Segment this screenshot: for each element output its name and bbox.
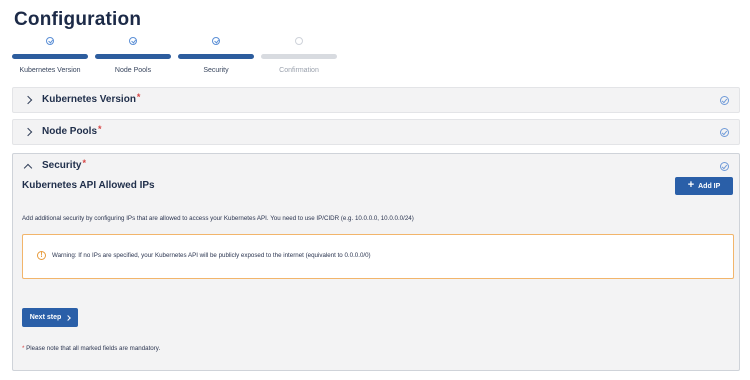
panel-title: Node Pools* xyxy=(42,124,102,137)
step-progress-bar xyxy=(12,54,88,59)
step-security[interactable]: Security xyxy=(178,37,254,79)
security-description: Add additional security by configuring I… xyxy=(22,215,414,222)
panel-security: Security* Kubernetes API Allowed IPs + A… xyxy=(12,153,740,371)
warning-circle-icon: ! xyxy=(37,251,46,260)
warning-text: Warning: If no IPs are specified, your K… xyxy=(52,252,371,259)
warning-box: ! Warning: If no IPs are specified, your… xyxy=(22,234,734,279)
required-mark: * xyxy=(136,92,141,102)
pending-circle-icon xyxy=(295,37,303,45)
progress-stepper: Kubernetes Version Node Pools Security C… xyxy=(12,37,338,79)
panel-header-security[interactable]: Security* xyxy=(13,154,739,174)
check-circle-icon xyxy=(720,128,729,137)
step-progress-bar xyxy=(95,54,171,59)
step-label: Confirmation xyxy=(279,67,319,74)
step-kubernetes-version[interactable]: Kubernetes Version xyxy=(12,37,88,79)
panel-header-node-pools[interactable]: Node Pools* xyxy=(13,120,739,146)
add-ip-label: Add IP xyxy=(698,182,721,190)
chevron-right-icon xyxy=(23,95,33,105)
check-circle-icon xyxy=(720,162,729,171)
step-label: Kubernetes Version xyxy=(19,67,81,74)
chevron-right-icon xyxy=(65,314,72,321)
panel-title: Kubernetes Version* xyxy=(42,92,141,105)
check-circle-icon xyxy=(46,37,54,45)
check-circle-icon xyxy=(129,37,137,45)
step-confirmation[interactable]: Confirmation xyxy=(261,37,337,79)
next-step-label: Next step xyxy=(29,314,62,321)
step-progress-bar xyxy=(261,54,337,59)
next-step-button[interactable]: Next step xyxy=(22,308,78,327)
step-label: Node Pools xyxy=(114,67,152,74)
panel-title: Security* xyxy=(42,158,86,171)
check-circle-icon xyxy=(720,96,729,105)
step-label: Security xyxy=(203,67,229,74)
chevron-right-icon xyxy=(23,127,33,137)
page-title: Configuration xyxy=(14,9,142,30)
panel-kubernetes-version: Kubernetes Version* xyxy=(12,87,740,113)
step-node-pools[interactable]: Node Pools xyxy=(95,37,171,79)
plus-icon: + xyxy=(687,179,695,191)
step-progress-bar xyxy=(178,54,254,59)
panel-node-pools: Node Pools* xyxy=(12,119,740,145)
required-mark: * xyxy=(98,124,102,134)
chevron-up-icon xyxy=(23,163,33,173)
check-circle-icon xyxy=(212,37,220,45)
required-mark: * xyxy=(82,158,86,168)
mandatory-note: * Please note that all marked fields are… xyxy=(22,345,161,352)
section-title-api-allowed-ips: Kubernetes API Allowed IPs xyxy=(22,180,155,191)
add-ip-button[interactable]: + Add IP xyxy=(675,177,733,195)
panel-header-kubernetes-version[interactable]: Kubernetes Version* xyxy=(13,88,739,114)
